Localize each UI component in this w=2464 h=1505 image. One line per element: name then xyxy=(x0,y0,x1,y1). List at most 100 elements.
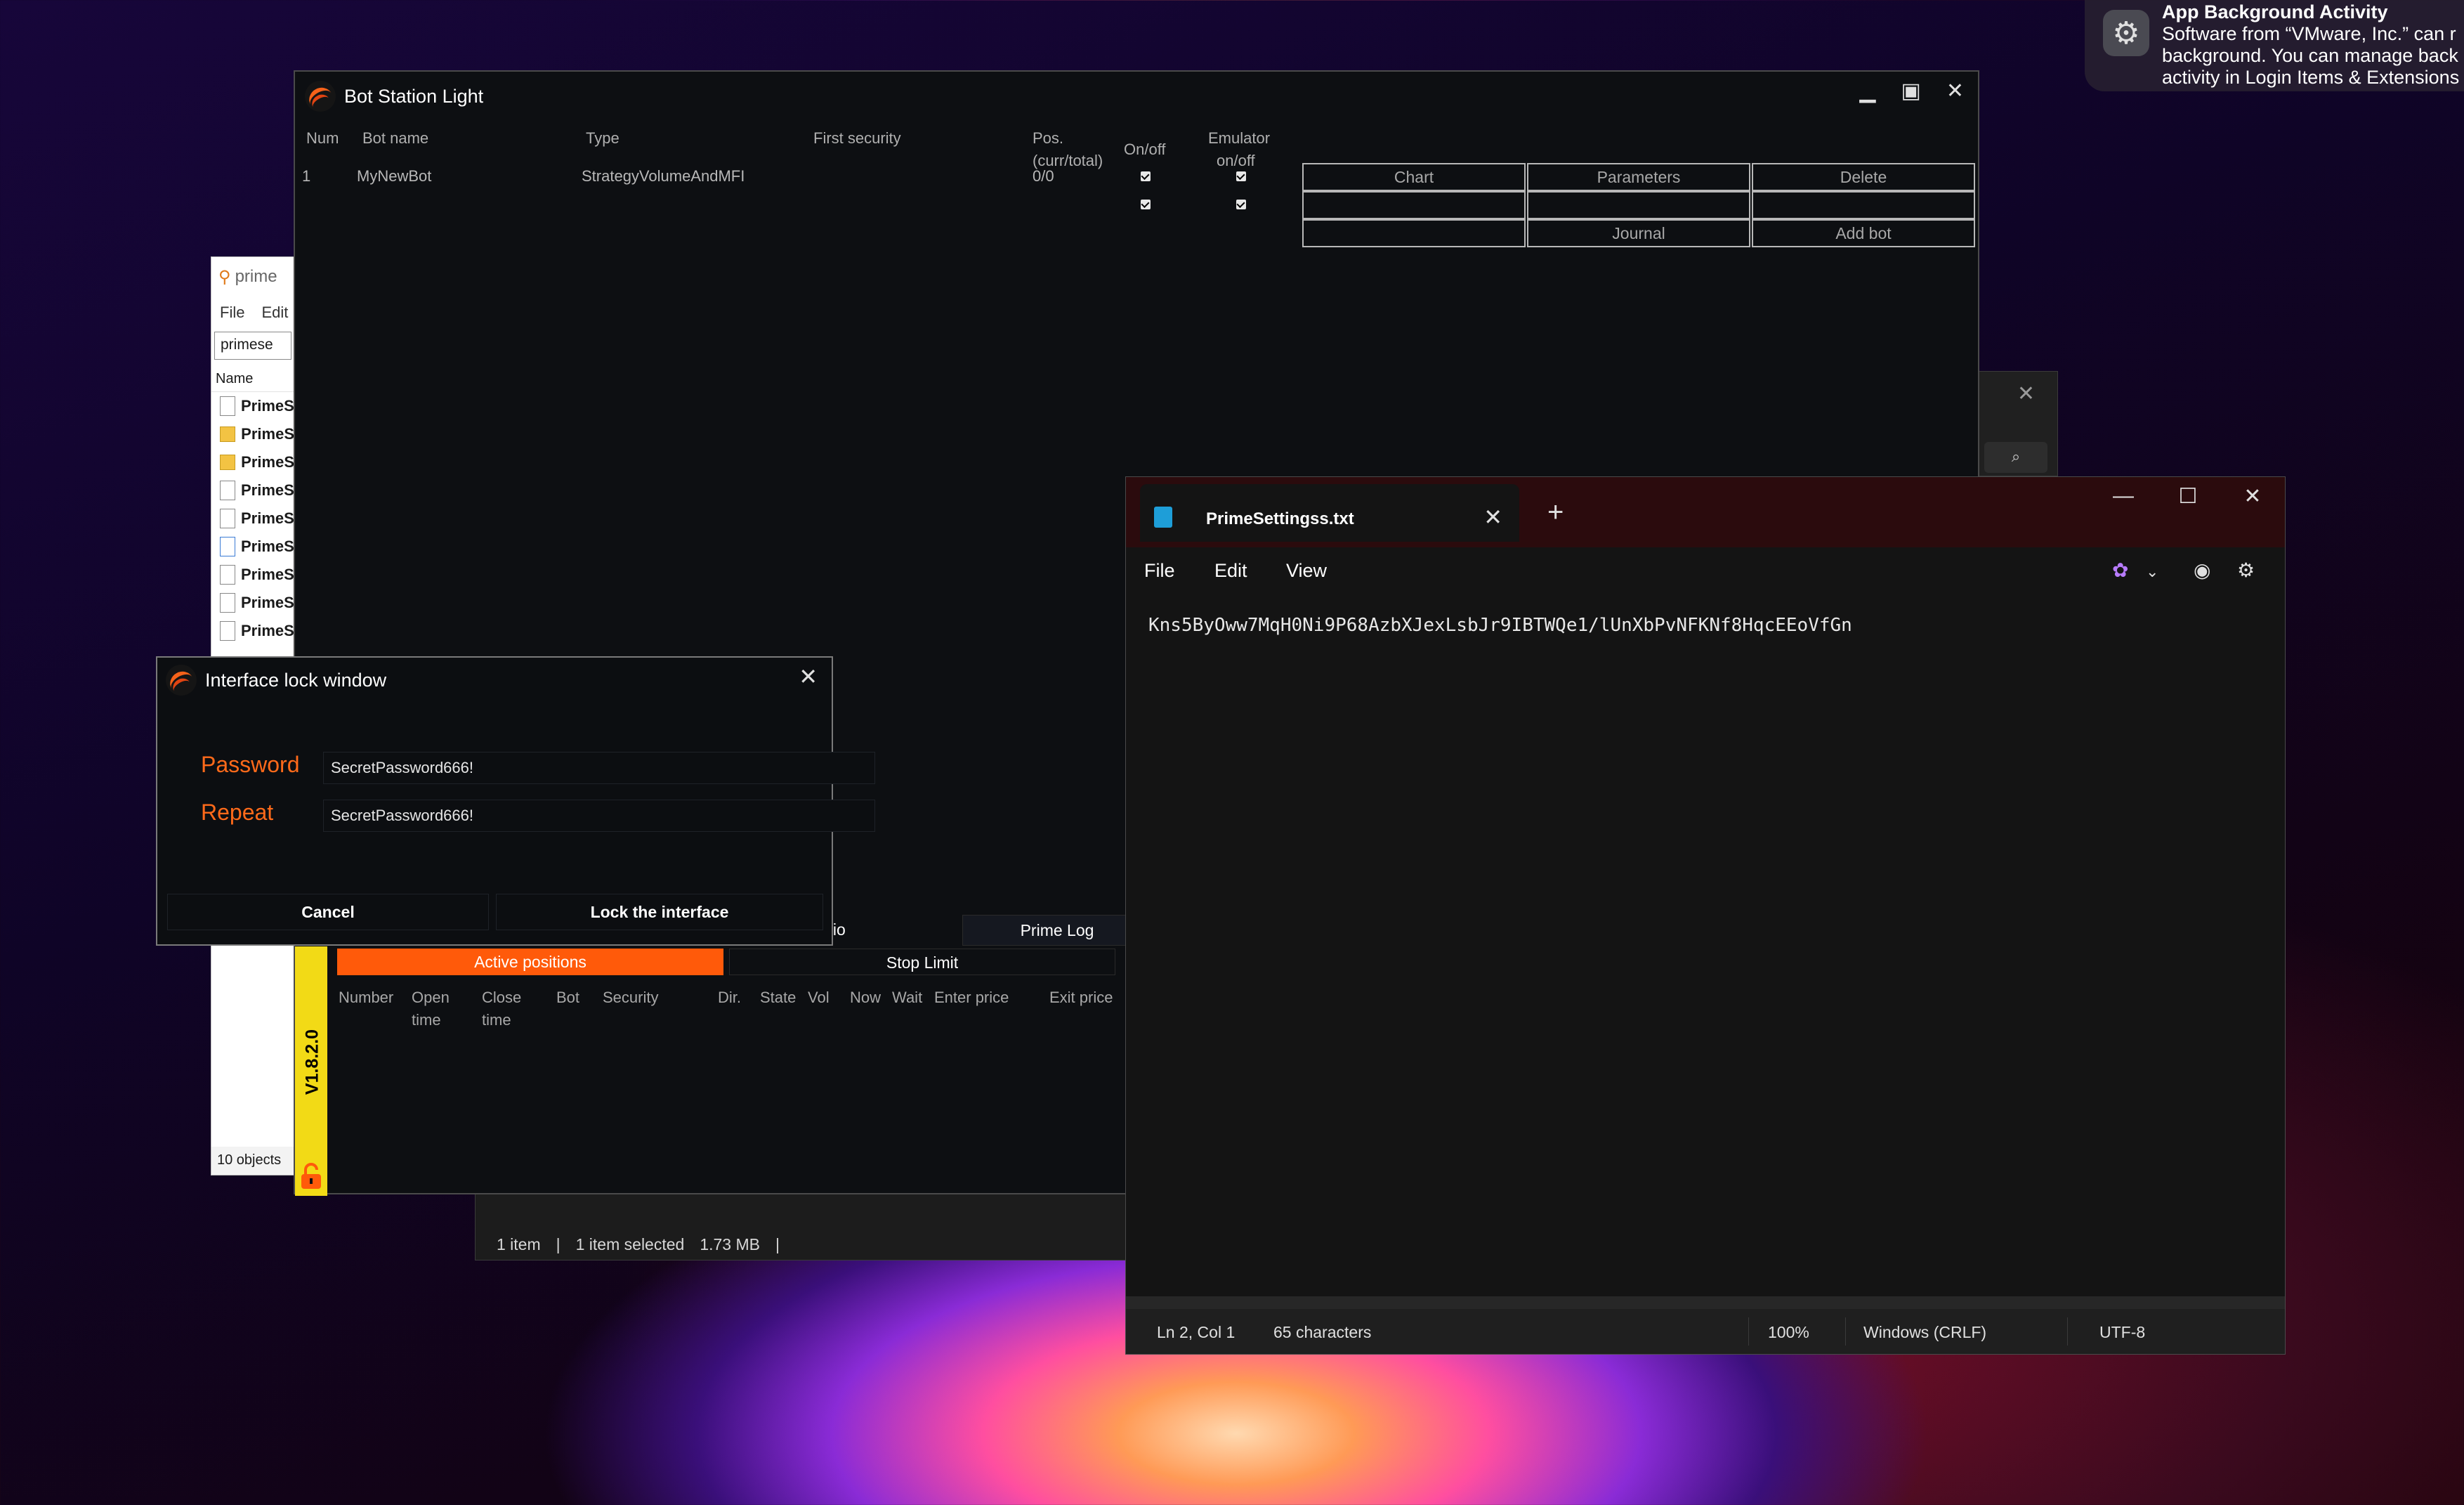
menu-file[interactable]: File xyxy=(220,304,244,322)
journal-button[interactable]: Journal xyxy=(1527,219,1750,247)
list-item[interactable]: PrimeS xyxy=(211,448,294,476)
close-icon[interactable]: ✕ xyxy=(1946,79,1964,103)
delete-button[interactable]: Delete xyxy=(1752,163,1975,191)
onoff-checkbox[interactable] xyxy=(1141,171,1151,181)
notepad-file-icon xyxy=(1154,507,1172,528)
col-onoff[interactable]: On/off xyxy=(1124,141,1166,159)
list-item[interactable]: PrimeS xyxy=(211,533,294,561)
menu-edit[interactable]: Edit xyxy=(1214,560,1247,582)
col-wait[interactable]: Wait xyxy=(892,986,922,1009)
zoom-level[interactable]: 100% xyxy=(1768,1323,1809,1342)
separator xyxy=(1748,1317,1749,1346)
empty-button[interactable] xyxy=(1302,219,1526,247)
cursor-position: Ln 2, Col 1 xyxy=(1157,1323,1236,1341)
menu-view[interactable]: View xyxy=(1286,560,1327,582)
new-tab-icon[interactable]: + xyxy=(1547,497,1564,528)
emulator-checkbox[interactable] xyxy=(1236,171,1246,181)
col-pos[interactable]: Pos. xyxy=(1033,129,1063,148)
selected-size: 1.73 MB xyxy=(700,1235,760,1253)
chart-button[interactable]: Chart xyxy=(1302,163,1526,191)
chevron-down-icon[interactable]: ⌄ xyxy=(2146,563,2158,581)
tab-prime-log[interactable]: Prime Log xyxy=(962,915,1152,946)
maximize-icon[interactable]: ▣ xyxy=(1901,79,1921,103)
tab-stop-limit[interactable]: Stop Limit xyxy=(729,949,1115,975)
col-vol[interactable]: Vol xyxy=(808,986,830,1009)
col-close-time[interactable]: Close time xyxy=(482,986,531,1031)
col-security[interactable]: Security xyxy=(603,986,658,1009)
maximize-icon[interactable]: ☐ xyxy=(2156,484,2220,509)
list-item[interactable]: PrimeS xyxy=(211,476,294,504)
cancel-button[interactable]: Cancel xyxy=(167,894,489,930)
list-item-label: PrimeS xyxy=(241,509,294,527)
tab-active-positions[interactable]: Active positions xyxy=(337,949,723,975)
table-row[interactable]: 1 MyNewBot StrategyVolumeAndMFI 0/0 xyxy=(295,167,1292,195)
minimize-icon[interactable]: ▁ xyxy=(1859,79,1875,103)
interface-lock-dialog[interactable]: Interface lock window ✕ Password SecretP… xyxy=(156,656,875,946)
lock-interface-button[interactable]: Lock the interface xyxy=(496,894,823,930)
file-explorer-window[interactable]: 1 item | 1 item selected 1.73 MB | xyxy=(475,1187,1149,1260)
col-first-security[interactable]: First security xyxy=(813,129,901,148)
search-icon[interactable]: ⌕ xyxy=(1984,442,2047,473)
encoding[interactable]: UTF-8 xyxy=(2099,1323,2145,1342)
col-enter-price[interactable]: Enter price xyxy=(934,986,1009,1009)
col-open-time[interactable]: Open time xyxy=(412,986,461,1031)
separator xyxy=(2067,1317,2068,1346)
table-row[interactable] xyxy=(295,195,1292,223)
col-exit-price[interactable]: Exit price xyxy=(1049,986,1113,1009)
add-bot-button[interactable]: Add bot xyxy=(1752,219,1975,247)
col-type[interactable]: Type xyxy=(586,129,620,148)
copilot-icon[interactable]: ✿ xyxy=(2112,559,2128,582)
onoff-checkbox[interactable] xyxy=(1141,200,1151,209)
list-item[interactable]: PrimeS xyxy=(211,392,294,420)
close-icon[interactable]: ✕ xyxy=(2220,484,2285,509)
bot-action-buttons: Chart Parameters Delete Journal Add bot xyxy=(1302,163,1977,247)
explorer-address-field[interactable]: primese xyxy=(214,332,291,360)
close-icon[interactable]: ✕ xyxy=(799,663,818,690)
repeat-password-field[interactable]: SecretPassword666! xyxy=(323,800,875,832)
repeat-label: Repeat xyxy=(201,800,274,825)
file-icon xyxy=(220,593,235,613)
list-item[interactable]: PrimeS xyxy=(211,617,294,645)
menu-file[interactable]: File xyxy=(1144,560,1175,582)
lock-dialog-titlebar: Interface lock window xyxy=(157,658,832,703)
close-icon[interactable]: ✕ xyxy=(2017,382,2035,406)
notepad-text-area[interactable]: Kns5ByOww7MqH0Ni9P68AzbXJexLsbJr9IBTWQe1… xyxy=(1126,594,2285,1296)
notification-title: App Background Activity xyxy=(2162,1,2388,22)
empty-button[interactable] xyxy=(1527,191,1750,219)
col-number[interactable]: Number xyxy=(339,986,393,1009)
minimize-icon[interactable]: — xyxy=(2091,484,2156,509)
separator xyxy=(1845,1317,1846,1346)
list-item[interactable]: PrimeS xyxy=(211,420,294,448)
col-emulator[interactable]: Emulator xyxy=(1208,129,1270,148)
close-tab-icon[interactable]: ✕ xyxy=(1483,504,1502,530)
parameters-button[interactable]: Parameters xyxy=(1527,163,1750,191)
bots-table-header: Num Bot name Type First security Pos. (c… xyxy=(295,122,1292,169)
system-notification[interactable]: ⚙ App Background Activity Software from … xyxy=(2085,0,2464,91)
empty-button[interactable] xyxy=(1752,191,1975,219)
account-icon[interactable]: ◉ xyxy=(2194,559,2210,582)
unlock-icon[interactable] xyxy=(299,1162,323,1190)
tab-portfolio[interactable]: olio xyxy=(820,915,926,946)
background-window[interactable]: ✕ ⌕ xyxy=(1974,371,2058,476)
character-count: 65 characters xyxy=(1273,1323,1372,1341)
list-item[interactable]: PrimeS xyxy=(211,589,294,617)
file-icon xyxy=(220,537,235,556)
folder-icon xyxy=(220,455,236,470)
notepad-window[interactable]: PrimeSettingss.txt ✕ + — ☐ ✕ File Edit V… xyxy=(1125,476,2286,1355)
menu-edit[interactable]: Edit xyxy=(261,304,288,322)
list-item[interactable]: PrimeS xyxy=(211,561,294,589)
col-num[interactable]: Num xyxy=(306,129,339,148)
line-ending[interactable]: Windows (CRLF) xyxy=(1863,1323,1986,1342)
col-dir[interactable]: Dir. xyxy=(718,986,741,1009)
emulator-checkbox[interactable] xyxy=(1236,200,1246,209)
col-bot-name[interactable]: Bot name xyxy=(362,129,428,148)
settings-gear-icon[interactable]: ⚙ xyxy=(2237,559,2255,582)
empty-button[interactable] xyxy=(1302,191,1526,219)
col-bot[interactable]: Bot xyxy=(556,986,579,1009)
list-item[interactable]: PrimeS xyxy=(211,504,294,533)
tab-prime-settings[interactable]: PrimeSettingss.txt ✕ xyxy=(1140,484,1519,542)
col-state[interactable]: State xyxy=(760,986,796,1009)
column-header-name[interactable]: Name xyxy=(211,371,294,392)
password-field[interactable]: SecretPassword666! xyxy=(323,752,875,784)
col-now[interactable]: Now xyxy=(850,986,881,1009)
